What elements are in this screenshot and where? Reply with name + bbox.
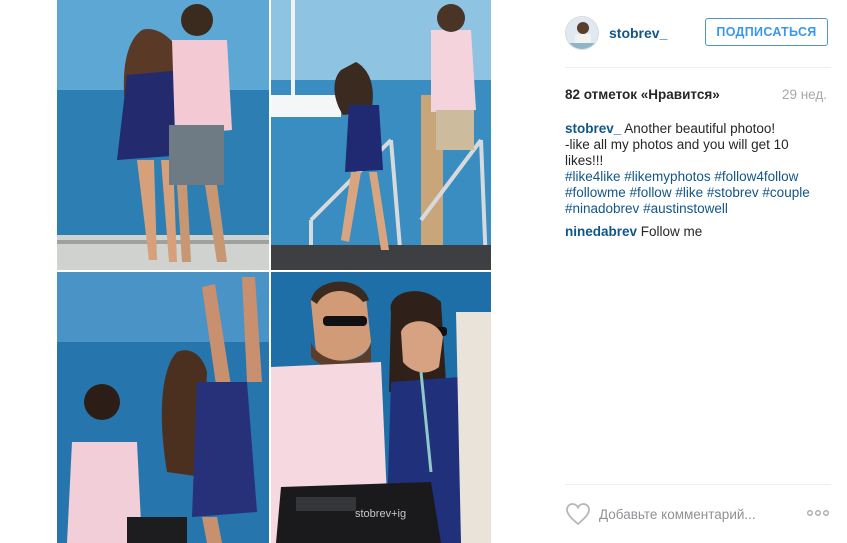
comment-text: Follow me [640,224,703,239]
heart-icon[interactable] [565,502,591,526]
post-caption: stobrev_ Another beautiful photoo! -like… [565,121,827,217]
hashtag-link[interactable]: #follow [630,185,672,200]
hashtag-link[interactable]: #likemyphotos [624,169,710,184]
hashtag-link[interactable]: #stobrev [707,185,759,200]
caption-text-line1: Another beautiful photoo! [624,121,776,136]
photo-watermark: stobrev+ig [355,508,407,520]
caption-text-line2: -like all my photos and you will get 10 … [565,137,789,168]
photo-quadrant-bottom-left [57,272,269,543]
hashtag-link[interactable]: #ninadobrev [565,201,639,216]
post-side-panel: stobrev_ ПОДПИСАТЬСЯ 82 отметок «Нравитс… [549,0,847,543]
comment-username[interactable]: ninedabrev [565,224,637,239]
hashtag-link[interactable]: #followme [565,185,626,200]
comment-item: ninedabrev Follow me [565,224,702,240]
post-header: stobrev_ ПОДПИСАТЬСЯ [565,14,831,52]
post-time[interactable]: 29 нед. [782,87,827,102]
caption-username[interactable]: stobrev_ [565,121,621,136]
header-username[interactable]: stobrev_ [609,25,667,41]
hashtag-link[interactable]: #like4like [565,169,621,184]
hashtag-link[interactable]: #couple [762,185,809,200]
likes-count[interactable]: 82 отметок «Нравится» [565,87,720,102]
hashtag-link[interactable]: #austinstowell [643,201,728,216]
follow-button[interactable]: ПОДПИСАТЬСЯ [705,18,828,46]
actions-divider [565,484,831,485]
photo-quadrant-top-right [271,0,491,270]
hashtag-link[interactable]: #follow4follow [714,169,798,184]
photo-quadrant-top-left [57,0,269,270]
header-divider [565,67,831,68]
photo-quadrant-bottom-right [271,272,491,543]
avatar[interactable] [565,16,599,50]
comment-input[interactable] [599,504,799,524]
more-options-icon[interactable] [805,506,831,520]
post-photo[interactable]: stobrev+ig [57,0,491,543]
hashtag-link[interactable]: #like [675,185,703,200]
